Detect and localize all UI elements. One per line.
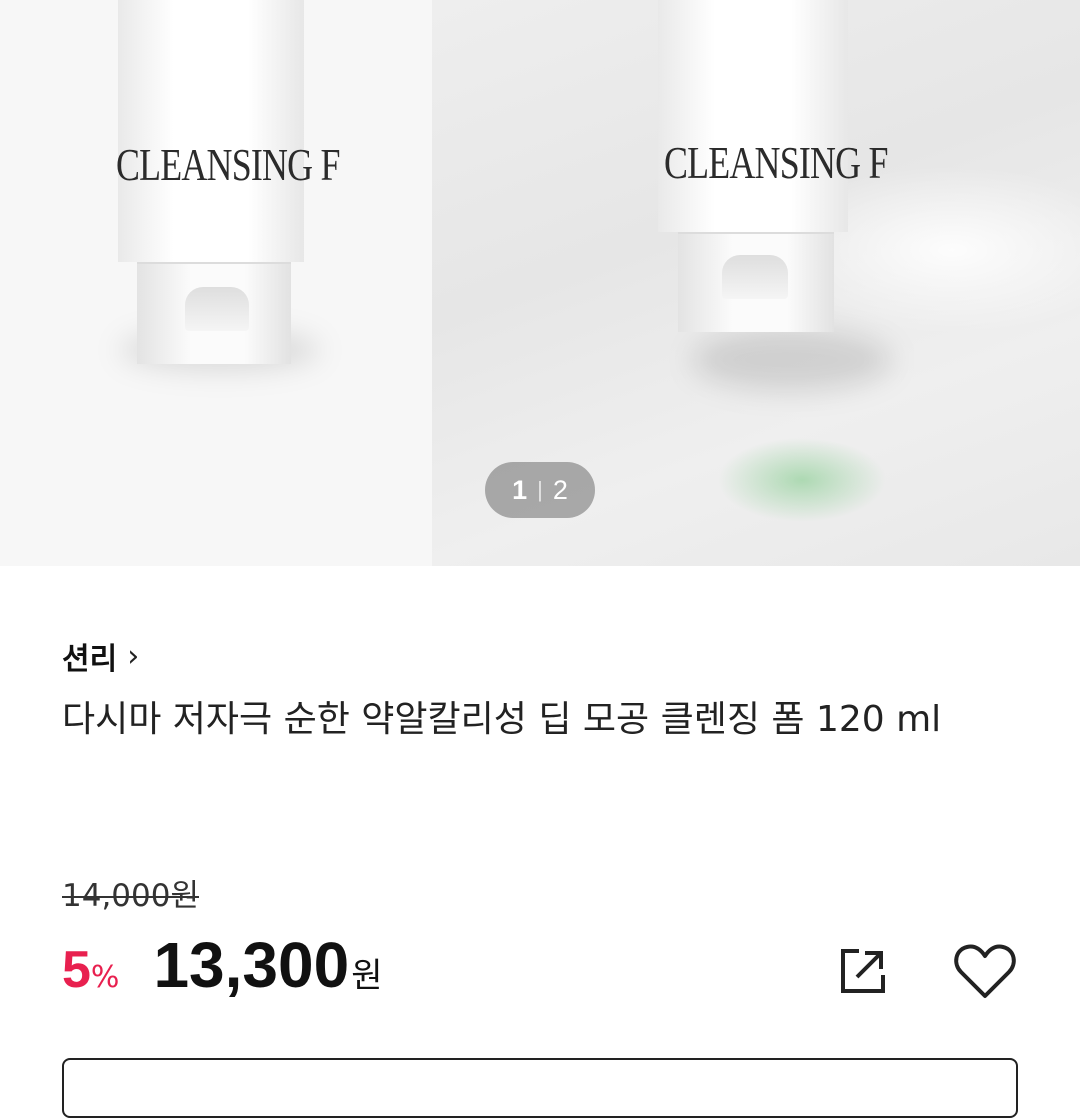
tube-shadow (692, 330, 892, 390)
counter-total: 2 (552, 474, 568, 505)
product-image-1[interactable]: CLEANSING F (0, 0, 432, 566)
counter-separator: | (537, 477, 543, 502)
share-button[interactable] (830, 938, 896, 1004)
currency-unit: 원 (351, 956, 383, 996)
original-price: 14,000원 (62, 878, 199, 914)
counter-current: 1 (512, 474, 528, 505)
image-page-counter: 1 | 2 (485, 462, 595, 518)
purchase-option-box[interactable] (62, 1058, 1018, 1118)
like-button[interactable] (950, 938, 1020, 1004)
share-icon (841, 949, 885, 993)
product-title: 다시마 저자극 순한 약알칼리성 딥 모공 클렌징 폼 120 ml (62, 699, 942, 740)
heart-icon (954, 944, 1016, 998)
brand-link[interactable]: 션리 › (62, 634, 139, 678)
cap-notch (722, 255, 788, 299)
tube-label-text: CLEANSING F (116, 139, 340, 190)
discount-rate: 5 (62, 941, 91, 999)
brand-name: 션리 (62, 642, 118, 677)
price-row: 5 % 13,300 원 (62, 928, 382, 1002)
sale-price: 13,300 (153, 929, 350, 1001)
tube-body (658, 0, 848, 232)
tube-label-text: CLEANSING F (664, 137, 888, 188)
product-image-gallery[interactable]: CLEANSING F CLEANSING F 1 | 2 (0, 0, 1080, 566)
chevron-right-icon: › (127, 638, 140, 674)
discount-unit: % (90, 960, 120, 995)
cap-notch (185, 287, 249, 331)
tube-body (118, 0, 304, 262)
